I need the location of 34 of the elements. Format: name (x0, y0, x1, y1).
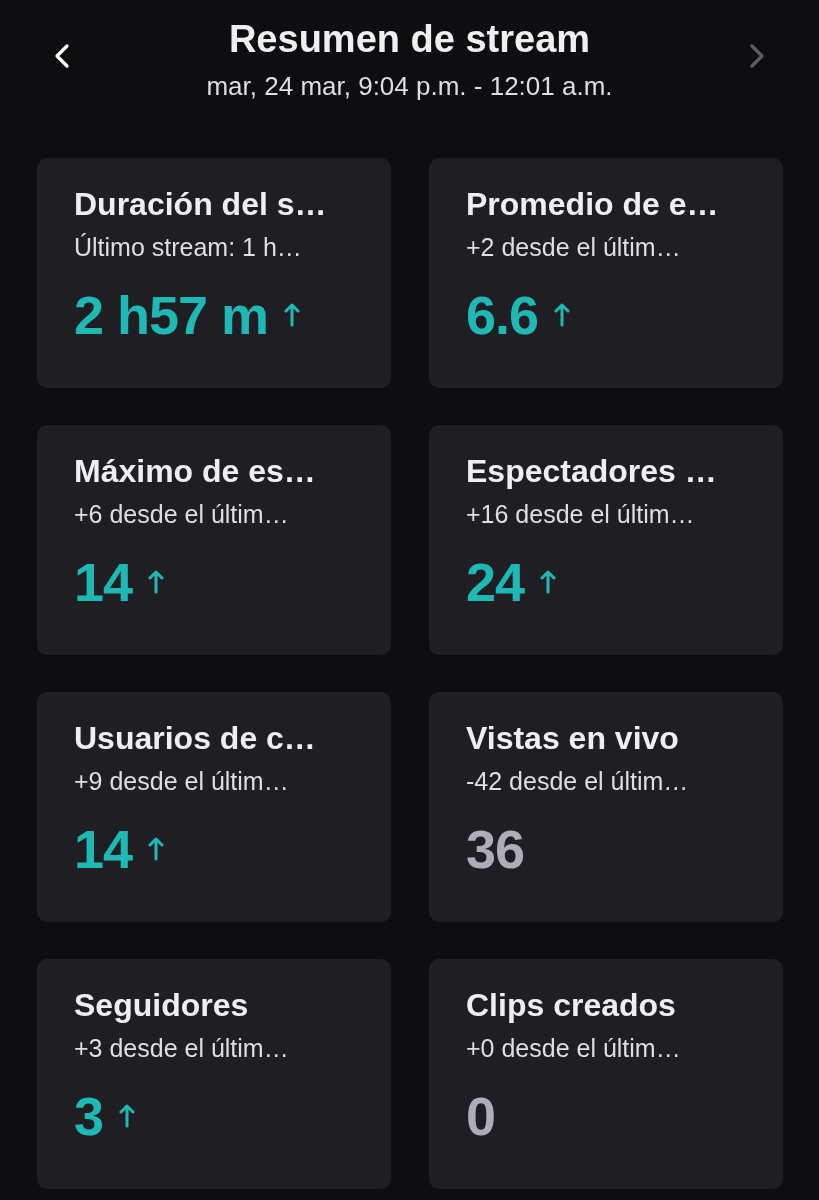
stat-title: Seguidores (74, 986, 249, 1025)
stat-comparison: +9 desde el últim… (74, 766, 289, 797)
stat-title: Clips creados (466, 986, 676, 1025)
stat-card[interactable]: Seguidores +3 desde el últim… 3 (37, 959, 391, 1189)
stat-comparison: +0 desde el últim… (466, 1033, 681, 1064)
stat-title: Duración del s… (74, 185, 327, 224)
stat-card[interactable]: Duración del s… Último stream: 1 h… 2 h57 m (37, 158, 391, 388)
stat-card[interactable]: Espectadores … +16 desde el últim… 24 (429, 425, 783, 655)
stat-card[interactable]: Usuarios de c… +9 desde el últim… 14 (37, 692, 391, 922)
stat-title: Máximo de es… (74, 452, 316, 491)
stat-title: Promedio de e… (466, 185, 719, 224)
stat-value: 14 (74, 818, 133, 880)
stat-value: 14 (74, 551, 133, 613)
stat-comparison: +3 desde el últim… (74, 1033, 289, 1064)
stat-value: 36 (466, 818, 525, 880)
stat-value: 0 (466, 1085, 496, 1147)
stat-value: 2 h57 m (74, 284, 269, 346)
stat-value: 6.6 (466, 284, 539, 346)
stream-date-range: mar, 24 mar, 9:04 p.m. - 12:01 a.m. (206, 70, 613, 103)
stat-comparison: +2 desde el últim… (466, 232, 681, 263)
stat-title: Usuarios de c… (74, 719, 316, 758)
stat-card[interactable]: Clips creados +0 desde el últim… 0 (429, 959, 783, 1189)
stat-card[interactable]: Vistas en vivo -42 desde el últim… 36 (429, 692, 783, 922)
page-title: Resumen de stream (228, 17, 591, 62)
stat-comparison: +16 desde el últim… (466, 499, 695, 530)
stat-title: Espectadores … (466, 452, 717, 491)
stat-value: 24 (466, 551, 525, 613)
stat-title: Vistas en vivo (466, 719, 679, 758)
stat-comparison: Último stream: 1 h… (74, 232, 302, 263)
stat-card[interactable]: Promedio de e… +2 desde el últim… 6.6 (429, 158, 783, 388)
stat-comparison: +6 desde el últim… (74, 499, 289, 530)
stat-comparison: -42 desde el últim… (466, 766, 689, 797)
stat-value: 3 (74, 1085, 104, 1147)
stat-card[interactable]: Máximo de es… +6 desde el últim… 14 (37, 425, 391, 655)
